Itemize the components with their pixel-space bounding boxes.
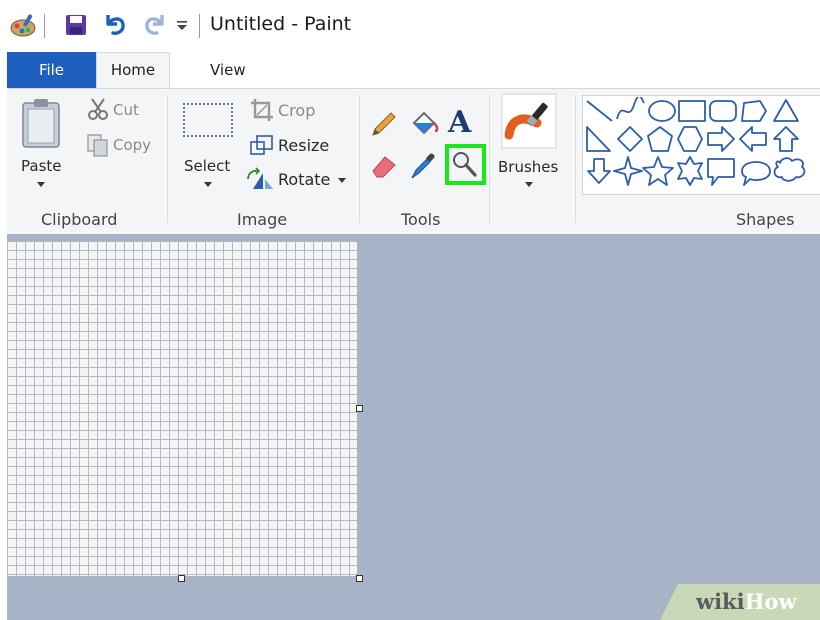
- rounded-rectangle-shape-icon: [709, 100, 737, 122]
- group-separator: [359, 95, 360, 223]
- paint-window: Untitled - Paint File Home View Paste Cu…: [7, 0, 820, 620]
- up-arrow-shape-icon: [773, 126, 799, 152]
- watermark-text-wiki: wiki: [696, 589, 745, 614]
- rectangular-callout-shape-icon: [707, 158, 735, 186]
- shapes-gallery-icons[interactable]: [584, 97, 818, 191]
- tab-file[interactable]: File: [7, 52, 96, 88]
- shapes-group-label: Shapes: [736, 210, 795, 229]
- pentagon-shape-icon: [647, 126, 673, 152]
- eraser-icon[interactable]: [369, 153, 399, 179]
- right-arrow-shape-icon: [707, 126, 735, 152]
- customize-toolbar-icon[interactable]: [175, 18, 189, 32]
- text-icon[interactable]: A: [448, 105, 471, 141]
- oval-callout-shape-icon: [741, 161, 771, 186]
- group-separator: [575, 95, 576, 223]
- tab-view[interactable]: View: [210, 52, 260, 88]
- ribbon: Paste Cut Copy Clipboard Select Crop Res…: [7, 88, 820, 234]
- six-point-star-shape-icon: [677, 156, 703, 186]
- title-separator: [44, 14, 45, 38]
- watermark-text-how: How: [744, 589, 797, 614]
- redo-icon[interactable]: [142, 11, 168, 37]
- pencil-icon[interactable]: [369, 109, 399, 139]
- triangle-shape-icon: [773, 99, 799, 122]
- oval-shape-icon: [648, 100, 676, 122]
- crop-icon[interactable]: [249, 97, 275, 123]
- hexagon-shape-icon: [677, 126, 703, 152]
- paste-icon[interactable]: [21, 97, 61, 149]
- resize-handle-bottom[interactable]: [178, 575, 185, 582]
- brushes-button[interactable]: Brushes: [498, 158, 558, 176]
- image-group-label: Image: [237, 210, 288, 229]
- color-picker-icon[interactable]: [408, 151, 438, 181]
- select-dropdown-caret[interactable]: [204, 182, 212, 187]
- diamond-shape-icon: [617, 126, 643, 152]
- brushes-icon[interactable]: [501, 93, 557, 149]
- drawing-canvas[interactable]: [7, 241, 357, 576]
- copy-icon[interactable]: [86, 133, 110, 157]
- tab-home[interactable]: Home: [96, 52, 170, 88]
- group-separator: [489, 95, 490, 223]
- polygon-shape-icon: [741, 100, 767, 122]
- line-shape-icon: [586, 100, 613, 122]
- title-separator: [199, 14, 200, 38]
- resize-handle-corner[interactable]: [356, 575, 363, 582]
- undo-icon[interactable]: [102, 11, 128, 37]
- rotate-button[interactable]: Rotate: [278, 170, 330, 189]
- select-button[interactable]: Select: [184, 157, 230, 175]
- rotate-icon[interactable]: [245, 167, 275, 191]
- rectangle-shape-icon: [678, 100, 706, 122]
- five-point-star-shape-icon: [642, 156, 674, 186]
- select-icon[interactable]: [183, 103, 233, 137]
- left-arrow-shape-icon: [739, 126, 767, 152]
- resize-button[interactable]: Resize: [278, 136, 329, 155]
- cloud-callout-shape-icon: [773, 157, 806, 182]
- wikihow-watermark: wikiHow: [660, 584, 820, 620]
- fill-bucket-icon[interactable]: [408, 107, 440, 139]
- crop-button[interactable]: Crop: [278, 101, 315, 120]
- clipboard-group-label: Clipboard: [41, 210, 118, 229]
- cut-button[interactable]: Cut: [113, 101, 139, 119]
- four-point-star-shape-icon: [613, 156, 643, 186]
- window-title: Untitled - Paint: [210, 13, 352, 35]
- brushes-dropdown-caret[interactable]: [525, 182, 533, 187]
- save-icon[interactable]: [65, 14, 87, 36]
- tools-group-label: Tools: [401, 210, 441, 229]
- curve-shape-icon: [616, 97, 645, 120]
- down-arrow-shape-icon: [587, 158, 611, 184]
- paste-dropdown-caret[interactable]: [37, 182, 45, 187]
- ribbon-tabs: File Home View: [7, 52, 820, 88]
- cut-icon[interactable]: [87, 97, 109, 121]
- paint-app-icon[interactable]: [9, 11, 37, 39]
- resize-icon[interactable]: [249, 133, 275, 157]
- resize-handle-right[interactable]: [356, 405, 363, 412]
- rotate-dropdown-caret[interactable]: [338, 178, 346, 183]
- group-separator: [167, 95, 168, 223]
- paste-button[interactable]: Paste: [21, 157, 62, 175]
- right-triangle-shape-icon: [586, 126, 611, 152]
- title-bar: Untitled - Paint: [7, 0, 820, 52]
- copy-button[interactable]: Copy: [113, 136, 151, 154]
- magnifier-icon[interactable]: [449, 148, 482, 181]
